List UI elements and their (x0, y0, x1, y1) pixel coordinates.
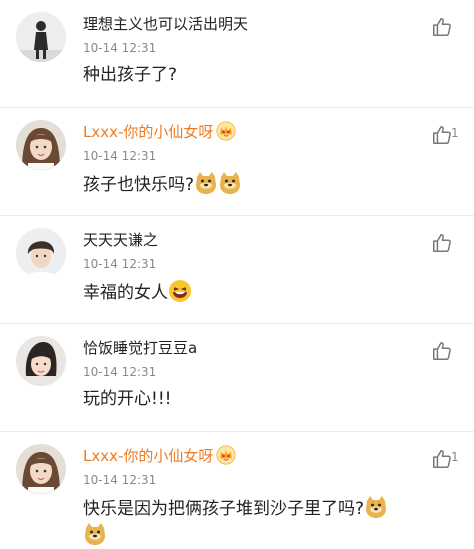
comment-text-label: 孩子也快乐吗? (83, 175, 195, 195)
comment-item: 恰饭睡觉打豆豆a 10-14 12:31 玩的开心!!! (0, 324, 474, 432)
doge-emoji-icon (194, 171, 218, 195)
username-label: Lxxx-你的小仙女呀 (83, 447, 214, 465)
comment-text-label: 快乐是因为把俩孩子堆到沙子里了吗? (83, 499, 365, 519)
crown-badge-icon (216, 121, 236, 141)
doge-emoji-icon (83, 522, 107, 546)
comment-item: Lxxx-你的小仙女呀 10-14 12:31 孩子也快乐吗? 1 (0, 108, 474, 216)
avatar[interactable] (16, 228, 66, 278)
like-count: 1 (451, 450, 459, 464)
comment-text: 玩的开心!!! (83, 389, 172, 409)
timestamp: 10-14 12:31 (83, 365, 157, 379)
timestamp: 10-14 12:31 (83, 41, 157, 55)
thumbs-up-icon (431, 232, 453, 254)
username[interactable]: Lxxx-你的小仙女呀 (83, 121, 236, 142)
thumbs-up-icon (431, 16, 453, 38)
avatar[interactable] (16, 120, 66, 170)
doge-emoji-icon (364, 495, 388, 519)
doge-emoji-icon (218, 171, 242, 195)
comment-text: 孩子也快乐吗? (83, 171, 242, 197)
avatar[interactable] (16, 12, 66, 62)
like-count: 1 (451, 126, 459, 140)
username[interactable]: 天天天谦之 (83, 229, 158, 250)
comment-text: 种出孩子了? (83, 65, 178, 85)
thumbs-up-icon (431, 448, 453, 470)
comment-item: 理想主义也可以活出明天 10-14 12:31 种出孩子了? (0, 0, 474, 108)
crown-badge-icon (216, 445, 236, 465)
thumbs-up-icon (431, 124, 453, 146)
like-button[interactable] (431, 339, 457, 363)
comment-item: Lxxx-你的小仙女呀 10-14 12:31 快乐是因为把俩孩子堆到沙子里了吗… (0, 432, 474, 540)
comment-text: 快乐是因为把俩孩子堆到沙子里了吗? (83, 495, 388, 549)
comment-text: 幸福的女人 (83, 279, 192, 305)
like-button[interactable] (431, 15, 457, 39)
avatar[interactable] (16, 336, 66, 386)
timestamp: 10-14 12:31 (83, 473, 157, 487)
timestamp: 10-14 12:31 (83, 257, 157, 271)
comment-text-label: 幸福的女人 (83, 283, 168, 303)
username[interactable]: 理想主义也可以活出明天 (83, 13, 248, 34)
laugh-emoji-icon (168, 279, 192, 303)
username[interactable]: 恰饭睡觉打豆豆a (83, 337, 197, 358)
username[interactable]: Lxxx-你的小仙女呀 (83, 445, 236, 466)
username-label: Lxxx-你的小仙女呀 (83, 123, 214, 141)
timestamp: 10-14 12:31 (83, 149, 157, 163)
comment-item: 天天天谦之 10-14 12:31 幸福的女人 (0, 216, 474, 324)
avatar[interactable] (16, 444, 66, 494)
comment-list: 理想主义也可以活出明天 10-14 12:31 种出孩子了? Lxxx-你的小仙… (0, 0, 474, 540)
thumbs-up-icon (431, 340, 453, 362)
like-button[interactable] (431, 231, 457, 255)
